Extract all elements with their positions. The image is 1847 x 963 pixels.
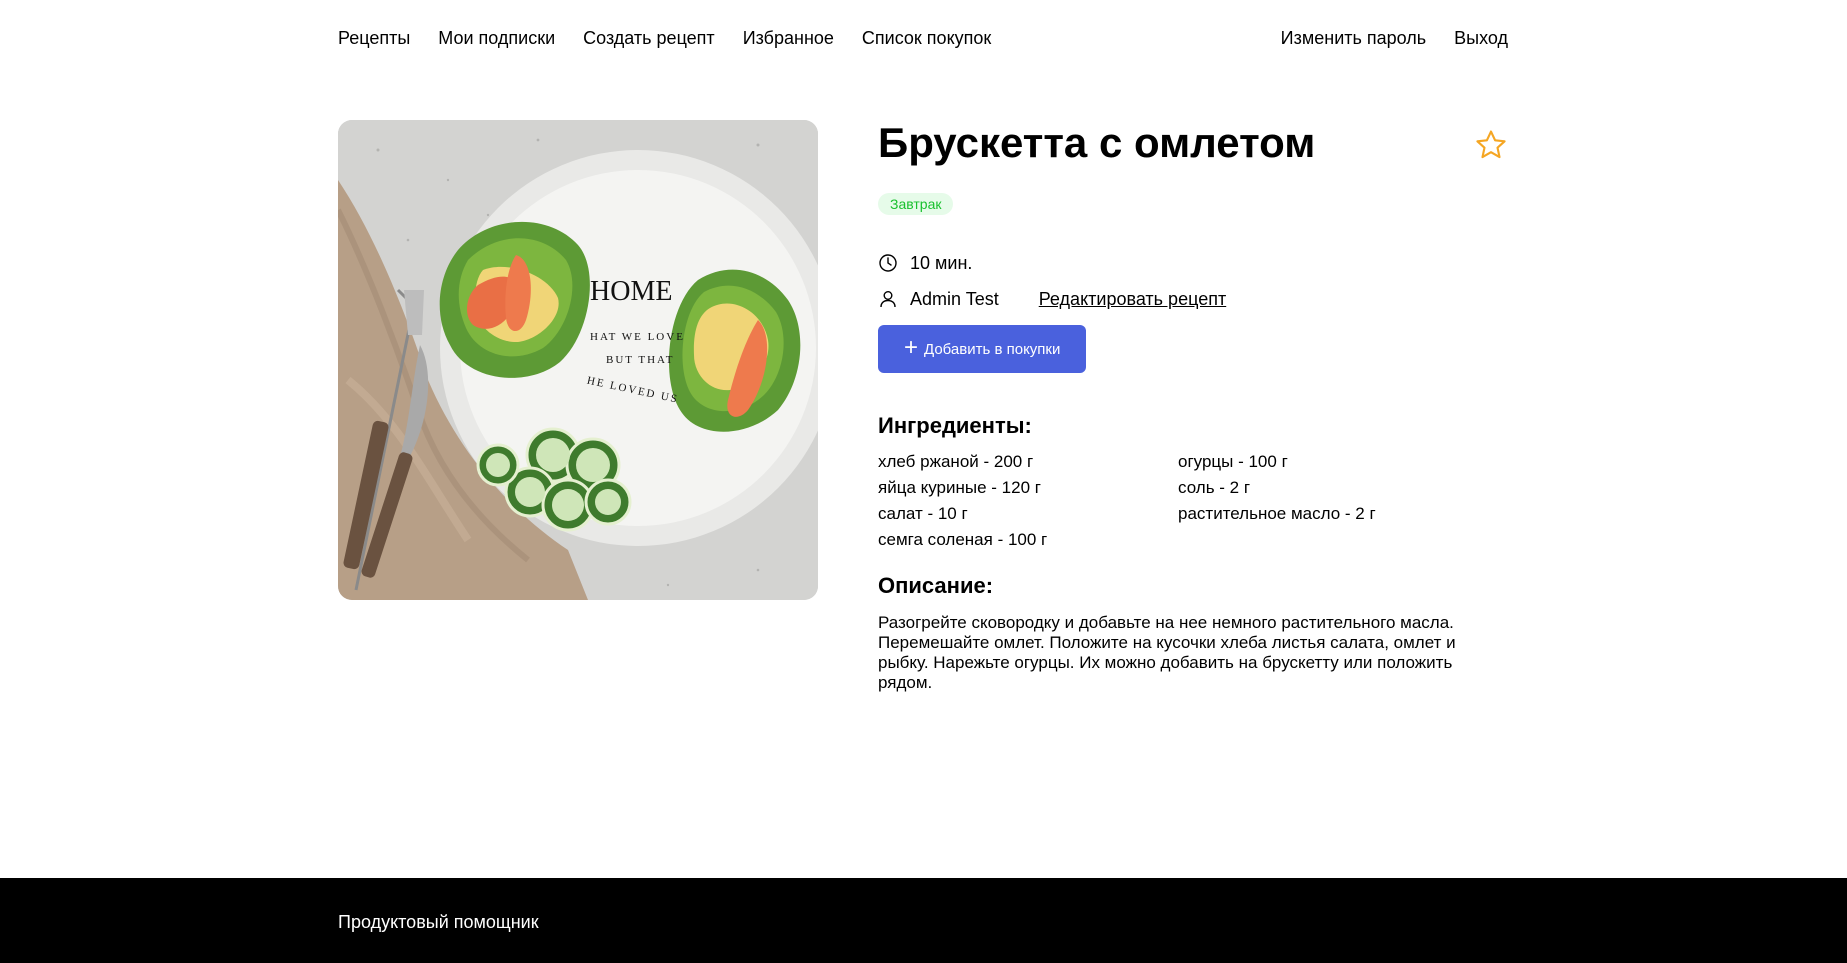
- plate-line-2: BUT THAT: [606, 354, 674, 366]
- plus-icon: +: [904, 334, 919, 362]
- ingredient-item: яйца куриные - 120 г: [878, 478, 1041, 498]
- author-row: Admin Test Редактировать рецепт: [878, 281, 1508, 317]
- top-navigation: Рецепты Мои подписки Создать рецепт Избр…: [338, 0, 1508, 76]
- nav-recipes-link[interactable]: Рецепты: [338, 28, 410, 49]
- cooking-time: 10 мин.: [910, 252, 973, 273]
- user-icon: [878, 289, 898, 309]
- ingredient-item: огурцы - 100 г: [1178, 452, 1288, 472]
- author-name: Admin Test: [910, 288, 999, 309]
- plate-line-1: HAT WE LOVE: [590, 331, 685, 343]
- ingredient-item: растительное масло - 2 г: [1178, 504, 1376, 524]
- ingredients-title: Ингредиенты:: [878, 413, 1032, 439]
- recipe-title-row: Брускетта с омлетом: [878, 119, 1508, 167]
- ingredient-item: салат - 10 г: [878, 504, 968, 524]
- add-to-shopping-list-button[interactable]: + Добавить в покупки: [878, 325, 1087, 374]
- edit-recipe-link[interactable]: Редактировать рецепт: [1039, 289, 1226, 310]
- nav-change-password-link[interactable]: Изменить пароль: [1281, 28, 1426, 49]
- recipe-photo-illustration: HOME HAT WE LOVE BUT THAT HE LOVED US: [338, 120, 818, 600]
- nav-account-links: Изменить пароль Выход: [1281, 28, 1508, 49]
- recipe-title: Брускетта с омлетом: [878, 119, 1316, 166]
- description-title: Описание:: [878, 573, 994, 599]
- recipe-meta: 10 мин. Admin Test Редактировать рецепт: [878, 245, 1508, 317]
- nav-subscriptions-link[interactable]: Мои подписки: [438, 28, 555, 49]
- nav-shopping-list-link[interactable]: Список покупок: [862, 28, 991, 49]
- footer-brand: Продуктовый помощник: [338, 912, 539, 932]
- plate-word: HOME: [590, 276, 672, 307]
- ingredients-list: хлеб ржаной - 200 г яйца куриные - 120 г…: [878, 449, 1508, 553]
- cooking-time-row: 10 мин.: [878, 245, 1508, 281]
- ingredient-item: хлеб ржаной - 200 г: [878, 452, 1034, 472]
- ingredient-item: соль - 2 г: [1178, 478, 1251, 498]
- nav-favorites-link[interactable]: Избранное: [743, 28, 834, 49]
- add-to-shopping-list-label: Добавить в покупки: [924, 340, 1061, 358]
- star-outline-icon[interactable]: [1474, 128, 1508, 162]
- footer: Продуктовый помощник: [0, 878, 1847, 963]
- clock-icon: [878, 253, 898, 273]
- nav-main-links: Рецепты Мои подписки Создать рецепт Избр…: [338, 28, 991, 49]
- ingredient-item: семга соленая - 100 г: [878, 530, 1048, 550]
- nav-logout-link[interactable]: Выход: [1454, 28, 1508, 49]
- recipe-details: Брускетта с омлетом Завтрак 10 мин. Admi…: [878, 119, 1508, 693]
- recipe-tag-badge: Завтрак: [878, 193, 954, 216]
- nav-create-recipe-link[interactable]: Создать рецепт: [583, 28, 715, 49]
- recipe-description: Разогрейте сковородку и добавьте на нее …: [878, 613, 1456, 693]
- recipe-photo: HOME HAT WE LOVE BUT THAT HE LOVED US: [338, 120, 818, 600]
